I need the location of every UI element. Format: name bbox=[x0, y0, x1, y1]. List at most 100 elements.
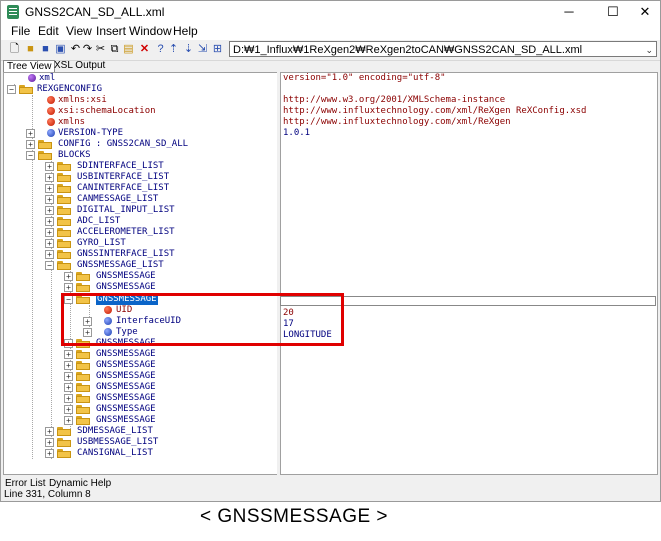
tree-row[interactable]: + GNSSMESSAGE bbox=[4, 282, 277, 293]
insert-before-icon[interactable]: ⇡ bbox=[167, 43, 180, 56]
tree-row[interactable]: + CANINTERFACE_LIST bbox=[4, 183, 277, 194]
tree-row[interactable]: + DIGITAL_INPUT_LIST bbox=[4, 205, 277, 216]
value-cell[interactable]: http://www.influxtechnology.com/xml/ReXg… bbox=[283, 106, 586, 117]
save-icon[interactable]: ■ bbox=[39, 43, 52, 56]
insert-attribute-icon[interactable]: ⊞ bbox=[211, 43, 224, 56]
value-cell[interactable]: http://www.influxtechnology.com/xml/ReXg… bbox=[283, 117, 511, 128]
insert-after-icon[interactable]: ⇣ bbox=[182, 43, 195, 56]
expand-icon[interactable]: + bbox=[64, 272, 73, 281]
tree-row[interactable]: − GNSSMESSAGE_LIST bbox=[4, 260, 277, 271]
paste-icon[interactable]: ▤ bbox=[122, 43, 135, 56]
tree-row[interactable]: + USBINTERFACE_LIST bbox=[4, 172, 277, 183]
expand-icon[interactable]: + bbox=[45, 438, 54, 447]
expand-icon[interactable]: + bbox=[45, 427, 54, 436]
menu-help[interactable]: Help bbox=[173, 24, 198, 38]
expand-icon[interactable]: + bbox=[45, 173, 54, 182]
menu-window[interactable]: Window bbox=[129, 24, 172, 38]
expand-icon[interactable]: + bbox=[45, 250, 54, 259]
tree-row[interactable]: + GNSSMESSAGE bbox=[4, 404, 277, 415]
expand-icon[interactable]: + bbox=[64, 405, 73, 414]
expand-icon[interactable]: + bbox=[64, 350, 73, 359]
tree-row[interactable]: + GNSSMESSAGE bbox=[4, 415, 277, 426]
folder-icon bbox=[76, 383, 90, 392]
tree-row[interactable]: + GNSSMESSAGE bbox=[4, 371, 277, 382]
tree-row[interactable]: + ACCELEROMETER_LIST bbox=[4, 227, 277, 238]
redo-icon[interactable]: ↷ bbox=[81, 43, 94, 56]
value-cell[interactable]: version="1.0" encoding="utf-8" bbox=[283, 73, 446, 84]
expand-icon[interactable]: + bbox=[45, 162, 54, 171]
close-button[interactable]: ✕ bbox=[630, 1, 660, 23]
tree-row[interactable]: + GNSSINTERFACE_LIST bbox=[4, 249, 277, 260]
tree-row[interactable]: + SDMESSAGE_LIST bbox=[4, 426, 277, 437]
tree-row[interactable]: + GNSSMESSAGE bbox=[4, 271, 277, 282]
expand-icon[interactable]: + bbox=[64, 372, 73, 381]
tree-row[interactable]: + CANMESSAGE_LIST bbox=[4, 194, 277, 205]
insert-child-icon[interactable]: ⇲ bbox=[196, 43, 209, 56]
tree-row[interactable]: + USBMESSAGE_LIST bbox=[4, 437, 277, 448]
tree-row[interactable]: + ADC_LIST bbox=[4, 216, 277, 227]
cut-icon[interactable]: ✂ bbox=[94, 43, 107, 56]
minimize-button[interactable]: ─ bbox=[554, 1, 584, 23]
expand-icon[interactable]: + bbox=[45, 217, 54, 226]
expand-icon[interactable]: + bbox=[64, 283, 73, 292]
expand-icon[interactable]: + bbox=[45, 239, 54, 248]
copy-icon[interactable]: ⧉ bbox=[108, 43, 121, 56]
open-folder-icon[interactable]: ■ bbox=[24, 43, 37, 56]
collapse-icon[interactable]: − bbox=[26, 151, 35, 160]
collapse-icon[interactable]: − bbox=[45, 261, 54, 270]
delete-icon[interactable]: ✕ bbox=[138, 43, 151, 56]
tab-error-list[interactable]: Error List bbox=[5, 478, 46, 489]
expand-icon[interactable]: + bbox=[45, 195, 54, 204]
tree-row[interactable]: + GNSSMESSAGE bbox=[4, 382, 277, 393]
menu-file[interactable]: File bbox=[11, 24, 30, 38]
collapse-icon[interactable]: − bbox=[7, 85, 16, 94]
tree-row[interactable]: xml bbox=[4, 73, 277, 84]
tree-row[interactable]: + SDINTERFACE_LIST bbox=[4, 161, 277, 172]
title-bar[interactable]: GNSS2CAN_SD_ALL.xml ─ ☐ ✕ bbox=[1, 1, 660, 23]
menu-insert[interactable]: Insert bbox=[96, 24, 126, 38]
tree-row[interactable]: + CANSIGNAL_LIST bbox=[4, 448, 277, 459]
folder-icon bbox=[57, 173, 71, 182]
expand-icon[interactable]: + bbox=[64, 416, 73, 425]
expand-icon[interactable]: + bbox=[45, 206, 54, 215]
expand-icon[interactable]: + bbox=[45, 449, 54, 458]
element-icon bbox=[47, 129, 55, 137]
tree-row[interactable]: + GYRO_LIST bbox=[4, 238, 277, 249]
tree-row[interactable]: + GNSSMESSAGE bbox=[4, 360, 277, 371]
tree-view-panel[interactable]: xml − REXGENCONFIG xmlns:xsi xsi:schemaL… bbox=[3, 72, 278, 475]
folder-icon bbox=[76, 283, 90, 292]
chevron-down-icon[interactable]: ⌄ bbox=[645, 42, 653, 58]
expand-icon[interactable]: + bbox=[45, 184, 54, 193]
new-file-icon[interactable]: 🗋 bbox=[8, 43, 21, 56]
tree-row[interactable]: + GNSSMESSAGE bbox=[4, 349, 277, 360]
expand-icon[interactable]: + bbox=[26, 129, 35, 138]
menu-view[interactable]: View bbox=[66, 24, 92, 38]
tree-row[interactable]: + CONFIG : GNSS2CAN_SD_ALL bbox=[4, 139, 277, 150]
tree-row[interactable]: + VERSION-TYPE bbox=[4, 128, 277, 139]
expand-icon[interactable]: + bbox=[64, 383, 73, 392]
tree-row[interactable]: xmlns bbox=[4, 117, 277, 128]
value-panel[interactable]: version="1.0" encoding="utf-8" http://ww… bbox=[280, 72, 658, 475]
expand-icon[interactable]: + bbox=[64, 394, 73, 403]
tree-row[interactable]: xmlns:xsi bbox=[4, 95, 277, 106]
tree-row[interactable]: − BLOCKS bbox=[4, 150, 277, 161]
attribute-icon bbox=[47, 118, 55, 126]
expand-icon[interactable]: + bbox=[64, 361, 73, 370]
file-path-combobox[interactable]: D:₩1_Influx₩1ReXgen2₩ReXgen2toCAN₩GNSS2C… bbox=[229, 41, 657, 57]
help-icon[interactable]: ? bbox=[154, 43, 167, 56]
tab-xsl-output[interactable]: XSL Output bbox=[51, 60, 108, 72]
value-cell[interactable]: 1.0.1 bbox=[283, 128, 310, 139]
tab-dynamic-help[interactable]: Dynamic Help bbox=[49, 478, 111, 489]
tree-row[interactable]: + GNSSMESSAGE bbox=[4, 393, 277, 404]
value-cell[interactable]: http://www.w3.org/2001/XMLSchema-instanc… bbox=[283, 95, 505, 106]
expand-icon[interactable]: + bbox=[45, 228, 54, 237]
maximize-button[interactable]: ☐ bbox=[598, 1, 628, 23]
folder-icon bbox=[57, 239, 71, 248]
save-all-icon[interactable]: ▣ bbox=[54, 43, 67, 56]
folder-icon bbox=[76, 416, 90, 425]
expand-icon[interactable]: + bbox=[26, 140, 35, 149]
menu-edit[interactable]: Edit bbox=[38, 24, 59, 38]
tree-row[interactable]: xsi:schemaLocation bbox=[4, 106, 277, 117]
folder-icon bbox=[57, 438, 71, 447]
tree-row[interactable]: − REXGENCONFIG bbox=[4, 84, 277, 95]
